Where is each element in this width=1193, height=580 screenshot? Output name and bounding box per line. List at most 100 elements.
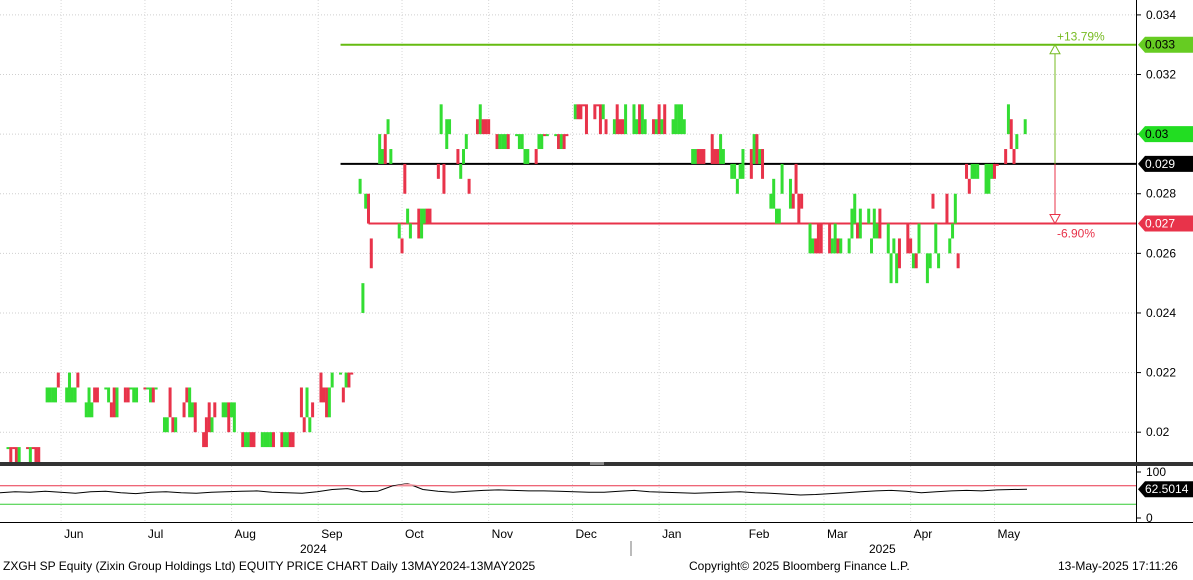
price-bar	[557, 134, 561, 150]
price-bar	[244, 432, 248, 448]
price-bar	[719, 134, 723, 164]
price-bar	[45, 387, 49, 403]
y-tick-label: 0.02	[1146, 425, 1170, 439]
price-bar	[576, 104, 580, 120]
price-bar	[252, 432, 256, 448]
price-bar	[204, 417, 208, 448]
price-bar	[322, 387, 326, 403]
price-bar	[761, 149, 765, 179]
price-bar	[506, 134, 510, 150]
price-bar	[819, 223, 823, 254]
price-bar	[800, 193, 804, 209]
x-month-label: Feb	[749, 527, 770, 541]
price-bar	[188, 387, 192, 418]
price-bar	[330, 372, 334, 388]
price-bar	[780, 163, 784, 194]
price-bar	[93, 387, 97, 403]
price-bar	[545, 134, 549, 137]
price-bar	[56, 372, 60, 388]
price-bar	[640, 104, 644, 135]
price-bar	[925, 253, 929, 284]
price-bar	[436, 163, 440, 179]
price-bar	[945, 193, 949, 224]
price-bar	[584, 104, 588, 135]
price-bar	[1015, 134, 1019, 150]
axis-border	[1136, 0, 1137, 522]
price-bar	[397, 223, 401, 239]
price-bar	[1012, 149, 1016, 164]
x-month-label: Apr	[914, 527, 933, 541]
price-bar	[95, 387, 99, 403]
price-bar	[638, 104, 642, 135]
price-bar	[652, 119, 656, 135]
price-bar	[464, 134, 468, 150]
price-bar	[135, 387, 139, 403]
price-bar	[230, 402, 234, 418]
price-bar	[90, 402, 94, 418]
price-bar	[132, 387, 136, 403]
price-bar	[107, 387, 111, 403]
price-bar	[788, 178, 792, 209]
price-bar	[752, 134, 756, 164]
price-bar	[459, 163, 463, 179]
price-bar	[109, 402, 113, 418]
price-bar	[400, 238, 404, 254]
footer-title: ZXGH SP Equity (Zixin Group Holdings Ltd…	[3, 559, 536, 573]
price-bar	[339, 372, 343, 375]
price-bar	[716, 149, 720, 164]
price-bar	[87, 387, 91, 418]
price-bar	[383, 134, 387, 164]
price-bar	[302, 417, 306, 433]
price-bar	[875, 223, 879, 239]
oscillator-panel: 100 0 62.5014	[0, 465, 1193, 525]
price-bar	[909, 238, 913, 254]
price-bar	[241, 432, 245, 448]
price-bar	[224, 402, 228, 418]
price-bar	[691, 149, 695, 164]
x-month-label: Jan	[662, 527, 681, 541]
price-bar	[872, 208, 876, 239]
price-bar	[540, 134, 544, 150]
price-bar	[520, 134, 524, 150]
price-bar	[543, 134, 547, 137]
price-bar	[246, 432, 250, 448]
price-bar	[481, 119, 485, 135]
price-bar	[847, 238, 851, 254]
price-bar	[341, 387, 345, 403]
price-bar	[503, 134, 507, 150]
price-bar	[174, 417, 178, 433]
x-month-label: Nov	[492, 527, 513, 541]
price-bar	[283, 432, 287, 448]
price-bar	[598, 104, 602, 135]
price-bar	[562, 134, 566, 150]
price-bar	[515, 134, 519, 137]
price-bar	[456, 149, 460, 164]
price-bar	[378, 134, 382, 164]
price-bar	[906, 223, 910, 254]
price-bar	[791, 193, 795, 209]
price-bar	[892, 238, 896, 254]
price-bar	[777, 208, 781, 224]
annotation-label: -6.90%	[1057, 227, 1095, 241]
price-bar	[28, 447, 32, 462]
price-bar	[65, 387, 69, 403]
price-bar	[37, 447, 41, 462]
price-bar	[369, 238, 373, 269]
price-bar	[917, 223, 921, 254]
price-bar	[995, 163, 999, 166]
price-bar	[112, 387, 116, 418]
price-bar	[797, 193, 801, 224]
price-bar	[73, 387, 77, 403]
x-month-label: Oct	[405, 527, 424, 541]
price-bar	[478, 104, 482, 135]
price-bar	[31, 447, 35, 450]
price-bar	[937, 253, 941, 269]
price-bar	[182, 402, 186, 418]
panel-drag-handle	[590, 462, 604, 465]
price-bar	[271, 432, 275, 448]
price-bar	[428, 208, 432, 224]
price-bar	[299, 387, 303, 418]
price-bar	[660, 119, 664, 135]
price-bar	[735, 178, 739, 194]
price-bar	[76, 372, 80, 388]
